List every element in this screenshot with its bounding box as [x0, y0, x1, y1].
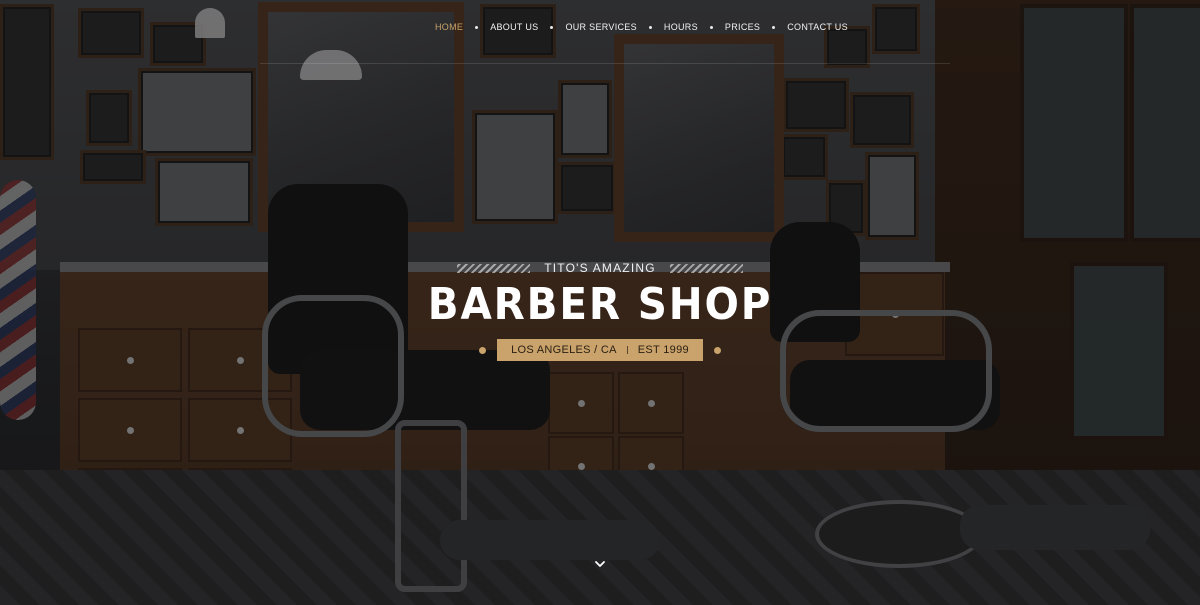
hatch-decoration-right [669, 263, 743, 273]
established-text: EST 1999 [637, 344, 689, 356]
nav-item-about-us[interactable]: ABOUT US [490, 22, 538, 32]
nav-divider [260, 63, 950, 64]
location-text: LOS ANGELES / CA [511, 344, 617, 356]
hero-pretitle-row: TITO'S AMAZING [0, 260, 1200, 276]
nav-separator [709, 25, 713, 29]
hero-subtitle-row: LOS ANGELES / CA EST 1999 [0, 339, 1200, 361]
hatch-decoration-left [457, 263, 531, 273]
nav-item-home[interactable]: HOME [435, 22, 463, 32]
nav-separator [772, 25, 776, 29]
nav-separator [648, 25, 652, 29]
nav-item-hours[interactable]: HOURS [664, 22, 698, 32]
dot-decoration-right [713, 346, 721, 354]
badge-separator [626, 346, 628, 354]
nav-separator [475, 25, 479, 29]
location-badge: LOS ANGELES / CA EST 1999 [497, 339, 703, 361]
hero-title: BARBER SHOP [427, 279, 773, 330]
nav-menu: HOME ABOUT US OUR SERVICES HOURS PRICES … [435, 22, 848, 32]
hero-pretitle: TITO'S AMAZING [544, 261, 656, 275]
main-nav: HOME ABOUT US OUR SERVICES HOURS PRICES … [0, 22, 1200, 44]
nav-item-contact-us[interactable]: CONTACT US [787, 22, 848, 32]
nav-item-our-services[interactable]: OUR SERVICES [565, 22, 636, 32]
nav-item-prices[interactable]: PRICES [725, 22, 760, 32]
nav-separator [550, 25, 554, 29]
chevron-down-icon[interactable] [593, 557, 607, 571]
dot-decoration-left [479, 346, 487, 354]
